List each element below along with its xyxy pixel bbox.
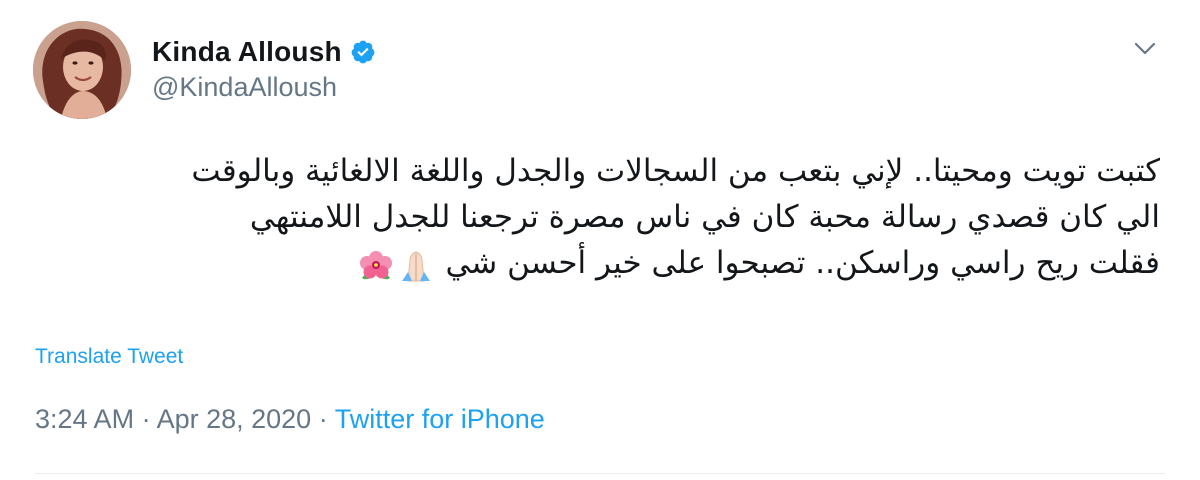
meta-separator: ·	[134, 404, 157, 434]
tweet-line-3-text: فقلت ريح راسي وراسكن.. تصبحوا على خير أح…	[445, 245, 1160, 281]
tweet-meta: 3:24 AM · Apr 28, 2020 · Twitter for iPh…	[35, 404, 545, 435]
verified-badge-icon	[350, 39, 376, 65]
emoji-group	[356, 242, 436, 288]
tweet-text: كتبت تويت ومحيتا.. لإني بتعب من السجالات…	[40, 148, 1160, 288]
avatar[interactable]	[33, 21, 131, 119]
tweet-card: Kinda Alloush @KindaAlloush كتبت تويت وم…	[0, 0, 1200, 480]
translate-tweet-link[interactable]: Translate Tweet	[35, 345, 183, 369]
tweet-source-link[interactable]: Twitter for iPhone	[335, 404, 545, 434]
tweet-time[interactable]: 3:24 AM	[35, 404, 134, 434]
tweet-line-1: كتبت تويت ومحيتا.. لإني بتعب من السجالات…	[191, 153, 1160, 189]
author-handle[interactable]: @KindaAlloush	[152, 72, 337, 103]
folded-hands-icon	[401, 251, 430, 282]
hibiscus-icon	[359, 251, 392, 280]
meta-separator: ·	[311, 404, 335, 434]
tweet-date[interactable]: Apr 28, 2020	[157, 404, 312, 434]
avatar-photo	[33, 21, 131, 119]
author-display-name[interactable]: Kinda Alloush	[152, 36, 342, 68]
tweet-line-2: الي كان قصدي رسالة محبة كان في ناس مصرة …	[249, 199, 1160, 235]
divider	[35, 473, 1165, 474]
author-name-row[interactable]: Kinda Alloush	[152, 32, 376, 72]
tweet-line-3: فقلت ريح راسي وراسكن.. تصبحوا على خير أح…	[40, 240, 1160, 288]
chevron-down-icon[interactable]	[1134, 42, 1156, 56]
